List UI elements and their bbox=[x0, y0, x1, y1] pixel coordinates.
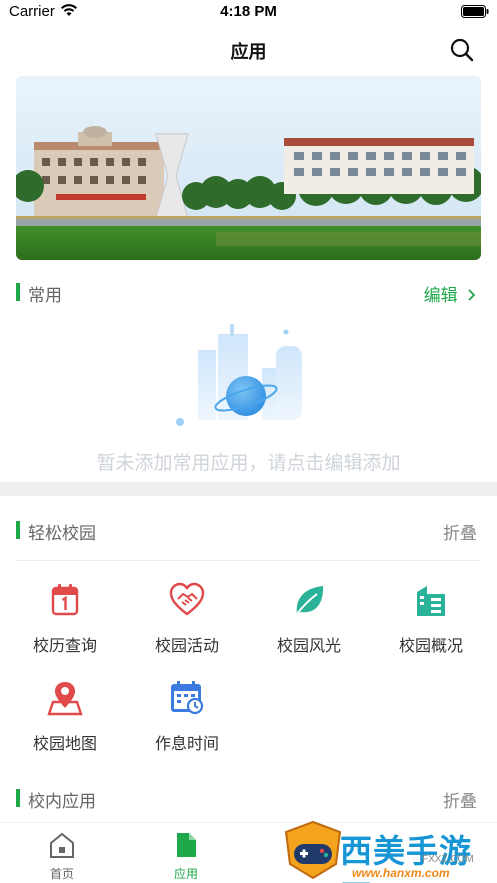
battery-icon bbox=[461, 5, 489, 18]
calendar-icon bbox=[51, 584, 79, 616]
empty-state-illustration bbox=[176, 324, 302, 426]
collapse-campus-button[interactable]: 折叠 bbox=[443, 519, 477, 544]
heart-handshake-icon bbox=[169, 582, 205, 616]
watermark-logo: 西美手游网 FXXZ.COM www.hanxm.com bbox=[282, 818, 492, 883]
search-icon[interactable] bbox=[449, 37, 475, 63]
section-indicator bbox=[16, 789, 20, 807]
empty-state-text: 暂未添加常用应用，请点击编辑添加 bbox=[96, 452, 401, 474]
apps-icon bbox=[177, 833, 196, 857]
divider bbox=[16, 560, 481, 561]
common-section-title: 常用 bbox=[28, 286, 62, 306]
app-label: 校历查询 bbox=[32, 636, 97, 655]
schedule-icon bbox=[171, 681, 204, 715]
app-label: 校园风光 bbox=[276, 636, 341, 655]
collapse-inner-button[interactable]: 折叠 bbox=[443, 787, 477, 812]
app-campus-scenery[interactable]: 校园风光 bbox=[248, 582, 370, 662]
app-label: 校园活动 bbox=[154, 636, 219, 655]
section-separator bbox=[0, 482, 497, 496]
tab-home[interactable]: 首页 bbox=[0, 823, 124, 883]
app-label: 校园地图 bbox=[32, 734, 97, 753]
watermark-small: FXXZ.COM bbox=[422, 854, 474, 865]
gamepad-shield-icon bbox=[284, 820, 342, 880]
leaf-icon bbox=[296, 586, 324, 615]
chevron-right-icon bbox=[468, 289, 476, 301]
tab-label: 首页 bbox=[49, 867, 74, 881]
home-icon bbox=[50, 832, 74, 858]
app-label: 作息时间 bbox=[154, 734, 219, 753]
campus-section-title: 轻松校园 bbox=[28, 524, 96, 544]
campus-section-header: 轻松校园 折叠 bbox=[0, 515, 497, 545]
inner-section-header: 校内应用 折叠 bbox=[0, 783, 497, 813]
page-title: 应用 bbox=[230, 42, 267, 63]
app-campus-activities[interactable]: 校园活动 bbox=[126, 582, 248, 662]
tab-apps[interactable]: 应用 bbox=[124, 823, 248, 883]
section-indicator bbox=[16, 283, 20, 301]
app-campus-overview[interactable]: 校园概况 bbox=[370, 582, 492, 662]
tab-label: 应用 bbox=[173, 867, 198, 881]
status-time: 4:18 PM bbox=[220, 3, 277, 20]
app-schedule-time[interactable]: 作息时间 bbox=[126, 680, 248, 760]
app-campus-map[interactable]: 校园地图 bbox=[4, 680, 126, 760]
map-pin-icon bbox=[47, 682, 83, 716]
nav-bar: 应用 bbox=[0, 28, 497, 72]
campus-photo bbox=[16, 76, 481, 260]
app-label: 校园概况 bbox=[398, 636, 463, 655]
section-indicator bbox=[16, 521, 20, 539]
common-section-header: 常用 编辑 bbox=[0, 277, 497, 307]
building-icon bbox=[417, 586, 445, 616]
watermark-url: www.hanxm.com bbox=[352, 866, 450, 880]
app-calendar-query[interactable]: 校历查询 bbox=[4, 582, 126, 662]
status-bar: Carrier 4:18 PM bbox=[0, 0, 497, 26]
edit-button[interactable]: 编辑 bbox=[424, 281, 477, 306]
campus-banner[interactable] bbox=[16, 76, 481, 260]
edit-button-label: 编辑 bbox=[423, 286, 458, 306]
inner-section-title: 校内应用 bbox=[28, 792, 96, 812]
